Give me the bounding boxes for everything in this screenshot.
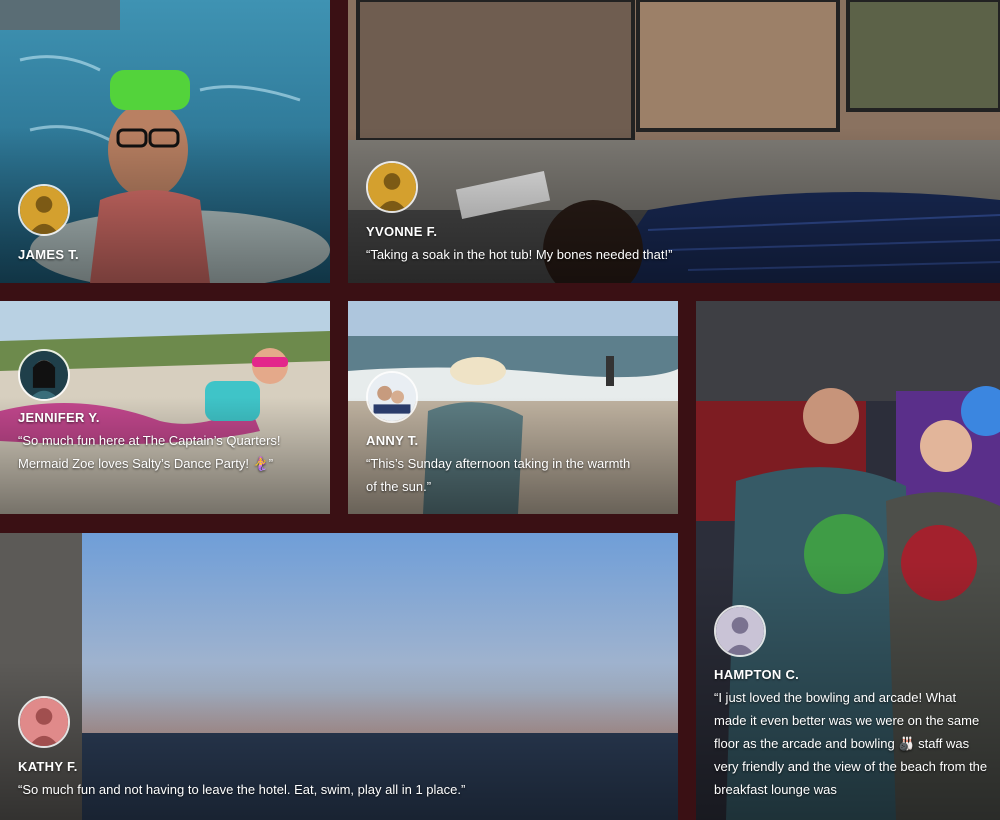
reviewer-name: YVONNE F. [366, 224, 438, 239]
review-quote: “Taking a soak in the hot tub! My bones … [366, 247, 673, 262]
user-avatar-icon [18, 696, 70, 748]
review-card-hampton[interactable]: HAMPTON C. “I just loved the bowling and… [696, 301, 1000, 820]
user-avatar-icon [366, 371, 418, 423]
review-quote: “I just loved the bowling and arcade! Wh… [714, 690, 988, 797]
review-quote: “So much fun here at The Captain’s Quart… [18, 433, 281, 471]
review-card-james[interactable]: JAMES T. [0, 0, 330, 283]
user-avatar-icon [18, 349, 70, 401]
reviewer-name: ANNY T. [366, 433, 419, 448]
review-card-jennifer[interactable]: JENNIFER Y. “So much fun here at The Cap… [0, 301, 330, 514]
review-card-anny[interactable]: ANNY T. “This’s Sunday afternoon taking … [348, 301, 678, 514]
reviewer-name: HAMPTON C. [714, 667, 800, 682]
reviewer-name: JENNIFER Y. [18, 410, 100, 425]
user-avatar-icon [714, 605, 766, 657]
review-card-yvonne[interactable]: YVONNE F. “Taking a soak in the hot tub!… [348, 0, 1000, 283]
review-quote: “So much fun and not having to leave the… [18, 782, 466, 797]
review-card-kathy[interactable]: KATHY F. “So much fun and not having to … [0, 533, 678, 820]
reviewer-name: JAMES T. [18, 247, 79, 262]
reviewer-name: KATHY F. [18, 759, 78, 774]
user-avatar-icon [366, 161, 418, 213]
review-quote: “This’s Sunday afternoon taking in the w… [366, 456, 631, 494]
user-avatar-icon [18, 184, 70, 236]
